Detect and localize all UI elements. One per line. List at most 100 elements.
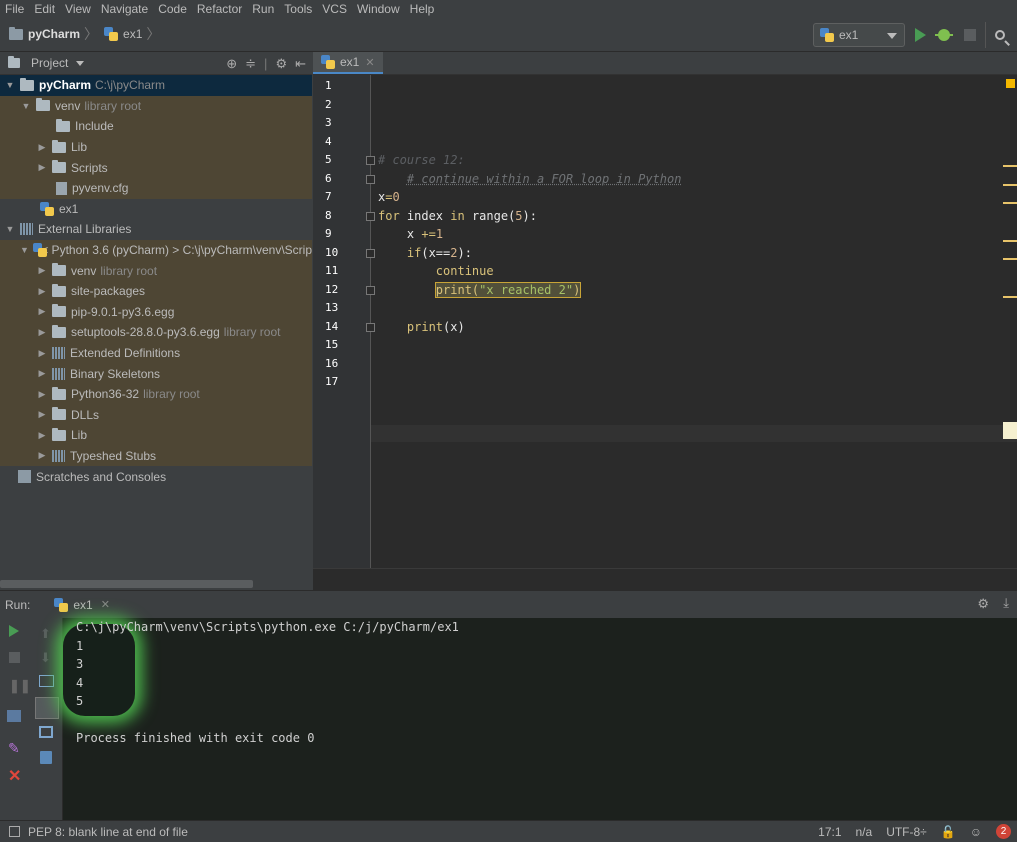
tree-item-lib[interactable]: ▶ Lib [0, 136, 312, 158]
menu-help[interactable]: Help [405, 1, 440, 17]
menu-tools[interactable]: Tools [279, 1, 317, 17]
close-tab-icon[interactable]: ✕ [365, 56, 374, 69]
run-configuration-select[interactable]: ex1 [813, 23, 905, 47]
menu-run[interactable]: Run [247, 1, 279, 17]
file-encoding[interactable]: UTF-8÷ [886, 825, 927, 839]
collapsed-arrow-icon[interactable]: ▶ [36, 430, 48, 441]
pin-icon[interactable]: ✎ [8, 740, 24, 756]
collapse-all-icon[interactable]: ≑ [245, 56, 256, 72]
expand-arrow-icon[interactable]: ▼ [4, 224, 16, 234]
tree-item-site-packages[interactable]: ▶ site-packages [0, 280, 312, 302]
collapsed-arrow-icon[interactable]: ▶ [36, 348, 48, 359]
collapsed-arrow-icon[interactable]: ▶ [36, 450, 48, 461]
breadcrumb-project[interactable]: pyCharm 〉 [9, 24, 104, 44]
collapsed-arrow-icon[interactable]: ▶ [36, 409, 48, 420]
error-stripe-marker[interactable] [1003, 165, 1017, 167]
search-everywhere-button[interactable] [990, 25, 1010, 45]
console-output[interactable]: C:\j\pyCharm\venv\Scripts\python.exe C:/… [63, 618, 1017, 821]
collapsed-arrow-icon[interactable]: ▶ [36, 162, 48, 173]
pause-button[interactable]: ❚❚ [9, 678, 31, 693]
tree-item-pycharm[interactable]: ▼ pyCharm C:\j\pyCharm [0, 75, 312, 96]
code-line-12[interactable]: print("x reached 2") [378, 282, 582, 298]
menu-navigate[interactable]: Navigate [96, 1, 153, 17]
down-arrow-icon[interactable]: ⬇ [40, 650, 56, 665]
code-line-7[interactable]: x=0 [378, 190, 400, 204]
tree-item-external-libraries[interactable]: ▼ External Libraries [0, 219, 312, 240]
collapsed-arrow-icon[interactable]: ▶ [36, 265, 48, 276]
expand-arrow-icon[interactable]: ▼ [4, 80, 16, 90]
fold-marker-icon[interactable] [366, 156, 375, 165]
expand-arrow-icon[interactable]: ▼ [20, 245, 29, 255]
event-log-badge[interactable]: 2 [996, 824, 1011, 839]
menu-view[interactable]: View [60, 1, 96, 17]
fold-marker-icon[interactable] [366, 212, 375, 221]
error-stripe-marker[interactable] [1003, 240, 1017, 242]
error-stripe-marker[interactable] [1003, 258, 1017, 260]
gear-icon[interactable]: ⚙ [275, 56, 287, 72]
caret-position[interactable]: 17:1 [818, 825, 841, 839]
unreachable-code-warning[interactable]: print("x reached 2") [434, 282, 582, 298]
tree-item-ex1[interactable]: ex1 [0, 199, 312, 220]
code-line-10[interactable]: if(x==2): [378, 246, 472, 260]
soft-wrap-icon[interactable] [39, 675, 54, 687]
error-stripe-marker[interactable] [1003, 296, 1017, 298]
close-tab-icon[interactable]: ✕ [101, 598, 110, 611]
inspection-status-icon[interactable] [1006, 79, 1015, 88]
menu-file[interactable]: File [0, 1, 29, 17]
tree-item-python36-32[interactable]: ▶ Python36-32 library root [0, 383, 312, 405]
scroll-to-end-icon[interactable] [35, 697, 59, 719]
tree-item-scripts[interactable]: ▶ Scripts [0, 157, 312, 178]
tree-item-dlls[interactable]: ▶ DLLs [0, 404, 312, 426]
tree-item-extended-definitions[interactable]: ▶ Extended Definitions [0, 342, 312, 364]
minimize-icon[interactable]: ⤓ [1003, 595, 1009, 611]
menu-code[interactable]: Code [153, 1, 192, 17]
print-icon[interactable] [39, 726, 53, 738]
locate-icon[interactable]: ⊕ [226, 56, 237, 72]
up-arrow-icon[interactable]: ⬆ [40, 626, 56, 641]
fold-marker-icon[interactable] [366, 323, 375, 332]
code-line-11[interactable]: continue [378, 264, 494, 278]
layout-icon[interactable] [7, 710, 21, 722]
fold-marker-icon[interactable] [366, 286, 375, 295]
rerun-button[interactable] [9, 625, 25, 639]
dropdown-arrow-icon[interactable] [76, 60, 85, 66]
tree-item-typeshed-stubs[interactable]: ▶ Typeshed Stubs [0, 445, 312, 467]
collapsed-arrow-icon[interactable]: ▶ [36, 327, 48, 338]
run-tab-ex1[interactable]: ex1 ✕ [48, 594, 116, 616]
gear-icon[interactable]: ⚙ [977, 596, 989, 612]
code-line-9[interactable]: x +=1 [378, 227, 443, 241]
error-stripe-marker[interactable] [1003, 202, 1017, 204]
inspector-icon[interactable]: ☺ [970, 825, 982, 839]
tree-item-binary-skeletons[interactable]: ▶ Binary Skeletons [0, 363, 312, 384]
tool-windows-icon[interactable] [9, 826, 20, 837]
stop-button[interactable] [960, 25, 980, 45]
lock-icon[interactable]: 🔓 [941, 825, 956, 839]
collapsed-arrow-icon[interactable]: ▶ [36, 368, 48, 379]
error-stripe-marker[interactable] [1003, 184, 1017, 186]
collapsed-arrow-icon[interactable]: ▶ [36, 142, 48, 153]
collapsed-arrow-icon[interactable]: ▶ [36, 306, 48, 317]
expand-arrow-icon[interactable]: ▼ [20, 101, 32, 111]
stop-button[interactable] [9, 652, 25, 666]
tree-item-scratches[interactable]: Scratches and Consoles [0, 466, 312, 487]
debug-button[interactable] [934, 25, 954, 45]
close-icon[interactable]: ✕ [8, 766, 24, 785]
tree-item-pyvenv-cfg[interactable]: pyvenv.cfg [0, 177, 312, 199]
tree-item-sdk-venv[interactable]: ▶ venv library root [0, 260, 312, 281]
breadcrumb-file[interactable]: ex1 〉 [104, 24, 166, 44]
tab-ex1[interactable]: ex1 ✕ [313, 52, 383, 74]
menu-vcs[interactable]: VCS [317, 1, 352, 17]
menu-edit[interactable]: Edit [29, 1, 60, 17]
code-line-6[interactable]: # continue within a FOR loop in Python [378, 172, 682, 186]
tree-item-include[interactable]: Include [0, 116, 312, 137]
tree-item-python-sdk[interactable]: ▼ < Python 3.6 (pyCharm) > C:\j\pyCharm\… [0, 239, 312, 261]
trash-icon[interactable] [40, 751, 52, 764]
tree-item-pip-egg[interactable]: ▶ pip-9.0.1-py3.6.egg [0, 301, 312, 323]
line-separator[interactable]: n/a [856, 825, 873, 839]
menu-refactor[interactable]: Refactor [192, 1, 247, 17]
collapsed-arrow-icon[interactable]: ▶ [36, 286, 48, 297]
horizontal-scrollbar[interactable] [0, 580, 253, 588]
code-line-8[interactable]: for index in range(5): [378, 209, 537, 223]
tree-item-venv[interactable]: ▼ venv library root [0, 95, 312, 117]
fold-marker-icon[interactable] [366, 175, 375, 184]
